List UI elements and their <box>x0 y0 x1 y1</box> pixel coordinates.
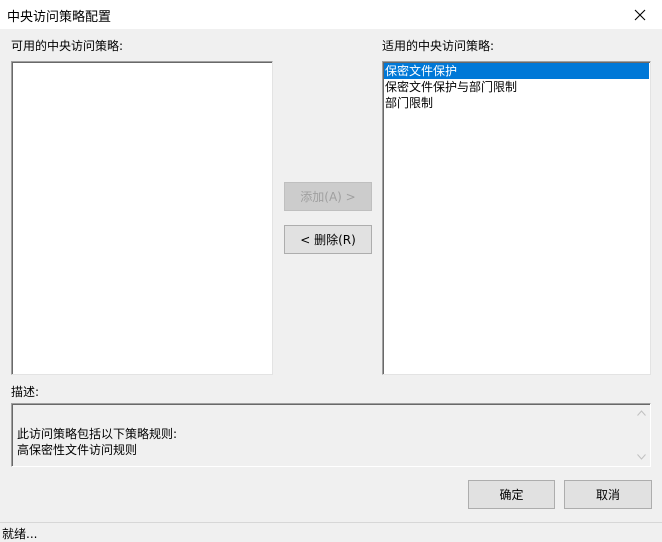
remove-button[interactable]: < 删除(R) <box>284 225 372 254</box>
description-scrollbar[interactable] <box>633 405 649 465</box>
window-title: 中央访问策略配置 <box>7 10 112 25</box>
description-line: 高保密性文件访问规则 <box>17 443 138 457</box>
cancel-button[interactable]: 取消 <box>564 480 652 509</box>
description-box[interactable]: 此访问策略包括以下策略规则: 高保密性文件访问规则 <box>11 403 651 467</box>
applied-policies-list[interactable]: 保密文件保护 保密文件保护与部门限制 部门限制 <box>382 61 651 375</box>
description-line: 此访问策略包括以下策略规则: <box>17 427 178 441</box>
list-item[interactable]: 保密文件保护 <box>384 63 649 79</box>
scroll-down-icon[interactable] <box>636 453 646 461</box>
ok-button[interactable]: 确定 <box>468 480 555 509</box>
applied-policies-label: 适用的中央访问策略: <box>382 39 495 53</box>
close-icon <box>634 9 646 20</box>
available-policies-list[interactable] <box>11 61 273 375</box>
scroll-up-icon[interactable] <box>636 409 646 417</box>
description-label: 描述: <box>11 385 40 399</box>
title-bar: 中央访问策略配置 <box>0 0 662 29</box>
available-policies-label: 可用的中央访问策略: <box>11 39 124 53</box>
close-button[interactable] <box>618 0 662 29</box>
add-button[interactable]: 添加(A) > <box>284 182 372 211</box>
status-bar: 就绪... <box>0 522 662 541</box>
status-text: 就绪... <box>2 527 38 541</box>
list-item[interactable]: 保密文件保护与部门限制 <box>384 79 649 95</box>
list-item[interactable]: 部门限制 <box>384 95 649 111</box>
